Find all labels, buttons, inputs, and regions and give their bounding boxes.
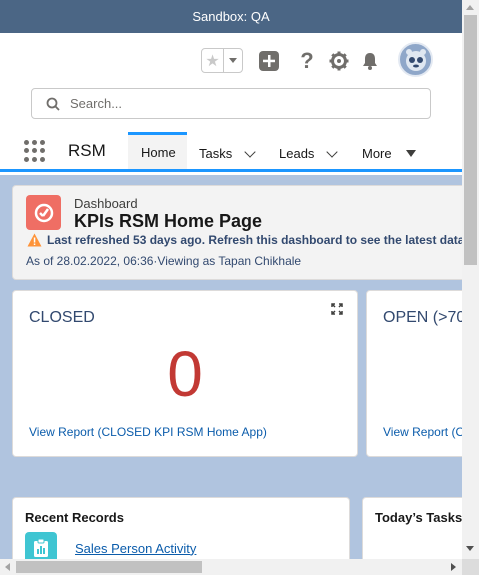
scroll-left-arrow-icon[interactable] (5, 563, 10, 571)
global-search[interactable] (31, 88, 431, 119)
vertical-scrollbar[interactable] (462, 0, 479, 559)
dashboard-type-label: Dashboard (74, 196, 138, 211)
search-icon (46, 97, 60, 111)
dashboard-header: Dashboard KPIs RSM Home Page Last refres… (12, 185, 462, 280)
tab-label: Leads (279, 146, 315, 161)
favorite-star-icon[interactable]: ★ (202, 49, 224, 72)
tab-label: Tasks (199, 146, 233, 161)
list-item: Sales Person Activity (25, 532, 196, 559)
record-link[interactable]: Sales Person Activity (75, 541, 196, 556)
scrollbar-corner (462, 559, 479, 575)
search-input[interactable] (70, 96, 400, 111)
dashboard-as-of: As of 28.02.2022, 06:36·Viewing as Tapan… (26, 254, 302, 268)
scroll-right-arrow-icon[interactable] (451, 563, 456, 571)
page-title: KPIs RSM Home Page (74, 211, 263, 231)
kpi-card-closed: CLOSED 0 View Report (CLOSED KPI RSM Hom… (12, 290, 358, 457)
notifications-bell-icon[interactable] (358, 49, 382, 73)
app-navigation: RSM Home Tasks Leads More (0, 132, 462, 172)
global-actions-add-icon[interactable] (257, 49, 281, 73)
kpi-title: CLOSED (29, 309, 95, 326)
nav-accent-bar (0, 169, 462, 172)
scroll-down-arrow-icon[interactable] (466, 546, 474, 551)
help-icon[interactable]: ? (295, 48, 319, 73)
expand-icon[interactable] (331, 303, 343, 315)
sandbox-banner: Sandbox: QA (0, 0, 462, 33)
horizontal-scrollbar[interactable] (0, 559, 462, 575)
refresh-warning: Last refreshed 53 days ago. Refresh this… (27, 233, 462, 247)
sandbox-label: Sandbox: QA (192, 9, 270, 24)
view-report-link[interactable]: View Report (O (383, 425, 462, 439)
clipboard-icon (25, 532, 57, 559)
caret-down-icon (405, 150, 416, 157)
kpi-title: OPEN (>70 (383, 309, 462, 326)
scroll-up-arrow-icon[interactable] (466, 5, 474, 10)
todays-tasks-title: Today’s Tasks (375, 510, 462, 525)
favorites-button-group: ★ (201, 48, 243, 73)
todays-tasks-card: Today’s Tasks (362, 497, 462, 559)
chevron-down-icon[interactable] (326, 145, 339, 158)
warning-icon (27, 233, 42, 247)
page-content: Dashboard KPIs RSM Home Page Last refres… (0, 175, 462, 559)
gear-icon[interactable] (327, 49, 351, 73)
user-avatar[interactable] (398, 42, 433, 77)
refresh-warning-text: Last refreshed 53 days ago. Refresh this… (47, 233, 462, 247)
view-report-link[interactable]: View Report (CLOSED KPI RSM Home App) (29, 425, 267, 439)
tab-tasks[interactable]: Tasks (199, 135, 256, 172)
dashboard-icon (26, 195, 61, 230)
favorites-dropdown-button[interactable] (224, 49, 242, 72)
app-name: RSM (68, 141, 106, 160)
tab-leads[interactable]: Leads (279, 135, 339, 172)
app-launcher-icon[interactable] (24, 140, 46, 162)
tab-more[interactable]: More (362, 135, 416, 172)
recent-records-card: Recent Records Sales Person Activity (12, 497, 350, 559)
tab-label: Home (141, 144, 176, 160)
recent-records-title: Recent Records (25, 510, 124, 525)
horizontal-scroll-thumb[interactable] (16, 561, 202, 573)
kpi-card-open: OPEN (>70 View Report (O (366, 290, 462, 457)
vertical-scroll-thumb[interactable] (464, 15, 477, 265)
kpi-value: 0 (167, 338, 203, 410)
global-header: ★ ? RSM Home Tasks Leads More (0, 33, 462, 175)
tab-home[interactable]: Home (128, 132, 187, 169)
tab-label: More (362, 146, 392, 161)
chevron-down-icon[interactable] (244, 145, 256, 158)
chevron-down-icon (229, 58, 237, 63)
